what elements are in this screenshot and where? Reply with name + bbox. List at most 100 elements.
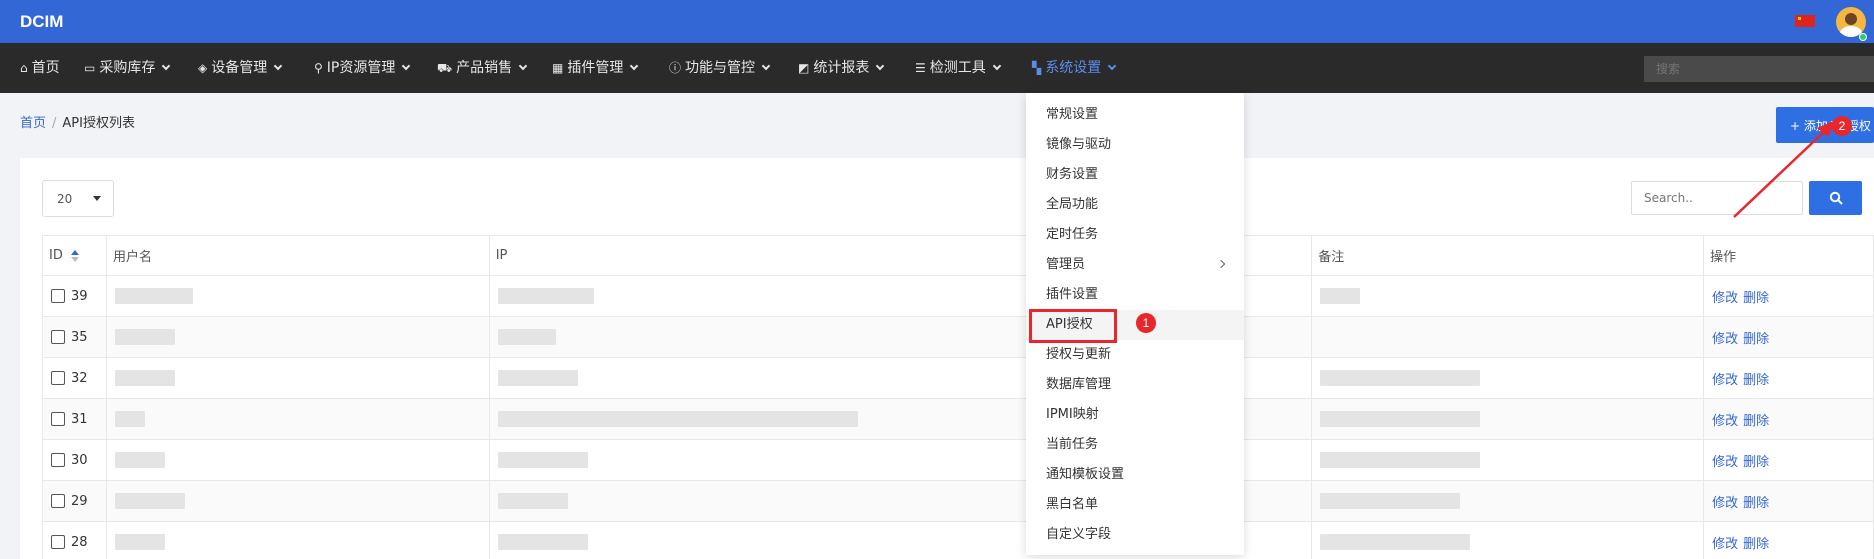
map-marker-icon: ⚲ [314,61,323,75]
edit-link[interactable]: 修改 [1712,537,1738,552]
row-checkbox[interactable] [51,494,65,508]
table-header-row: ID 用户名 IP 备注 操作 [42,235,1874,276]
menu-item-custom-fields[interactable]: 自定义字段 [1026,520,1244,550]
redacted-ip [497,452,588,468]
chevron-down-icon [1107,61,1117,71]
chart-icon: ◩ [798,61,810,75]
add-api-auth-button[interactable]: + 添加API授权 [1776,107,1874,143]
redacted-username [114,452,165,468]
delete-link[interactable]: 删除 [1743,496,1769,511]
search-icon [1829,191,1843,205]
edit-link[interactable]: 修改 [1712,291,1738,306]
edit-link[interactable]: 修改 [1712,332,1738,347]
redacted-ip [497,411,858,427]
menu-item-general-settings[interactable]: 常规设置 [1026,100,1244,130]
search-button[interactable] [1809,181,1862,215]
redacted-remark [1320,452,1481,468]
edit-link[interactable]: 修改 [1712,373,1738,388]
table-row: 39 修改 删除 [42,275,1874,317]
menu-item-license-updates[interactable]: 授权与更新 [1026,340,1244,370]
redacted-ip [497,288,594,304]
nav-item-home[interactable]: ⌂ 首页 [20,43,60,93]
delete-link[interactable]: 删除 [1743,291,1769,306]
col-header-actions: 操作 [1703,235,1874,276]
nav-item-tools[interactable]: ☰ 检测工具 [915,43,1002,93]
nav-item-reports[interactable]: ◩ 统计报表 [798,43,885,93]
row-checkbox[interactable] [51,289,65,303]
redacted-ip [497,370,578,386]
table-row: 31 修改 删除 [42,398,1874,440]
redacted-ip [497,534,588,550]
api-auth-table: ID 用户名 IP 备注 操作 39 修改 删除 35 修改 删除 32 修改 删除 [42,235,1874,559]
caret-down-icon [93,196,101,201]
nav-item-plugins[interactable]: ▦ 插件管理 [552,43,639,93]
nav-item-ip[interactable]: ⚲ IP资源管理 [314,43,411,93]
menu-item-ipmi-mapping[interactable]: IPMI映射 [1026,400,1244,430]
step-1-badge: 1 [1136,313,1156,333]
main-nav: ⌂ 首页 ▭ 采购库存 ◈ 设备管理 ⚲ IP资源管理 ⛟ 产品销售 ▦ 插件管理 ⓘ 功能与… [0,43,1874,93]
nav-item-purchase[interactable]: ▭ 采购库存 [84,43,171,93]
page-size-select[interactable]: 20 [42,180,114,217]
china-flag-icon[interactable] [1795,15,1815,27]
delete-link[interactable]: 删除 [1743,373,1769,388]
row-checkbox[interactable] [51,453,65,467]
list-icon: ☰ [915,61,926,75]
redacted-remark [1320,370,1481,386]
breadcrumb-home-link[interactable]: 首页 [20,116,46,131]
col-header-id[interactable]: ID [42,235,107,276]
search-input[interactable] [1631,181,1803,215]
redacted-ip [497,329,556,345]
delete-link[interactable]: 删除 [1743,414,1769,429]
menu-item-images-drivers[interactable]: 镜像与驱动 [1026,130,1244,160]
row-checkbox[interactable] [51,412,65,426]
edit-link[interactable]: 修改 [1712,455,1738,470]
edit-link[interactable]: 修改 [1712,414,1738,429]
row-checkbox[interactable] [51,371,65,385]
menu-item-global-features[interactable]: 全局功能 [1026,190,1244,220]
cube-icon: ◈ [198,61,208,75]
menu-item-blacklist-whitelist[interactable]: 黑白名单 [1026,490,1244,520]
nav-item-devices[interactable]: ◈ 设备管理 [198,43,283,93]
inbox-icon: ▭ [84,61,96,75]
grid-icon: ▦ [552,61,564,75]
table-row: 29 修改 删除 [42,480,1874,522]
nav-item-sales[interactable]: ⛟ 产品销售 [437,43,528,93]
chevron-down-icon [876,61,885,71]
chevron-down-icon [992,61,1002,71]
delete-link[interactable]: 删除 [1743,537,1769,552]
chevron-down-icon [630,61,639,71]
brand-logo[interactable]: DCIM [20,12,63,32]
row-checkbox[interactable] [51,330,65,344]
chevron-down-icon [518,61,528,71]
cart-icon: ⛟ [437,61,453,75]
breadcrumb-separator: / [52,116,57,131]
nav-search-input[interactable] [1644,56,1874,82]
row-checkbox[interactable] [51,535,65,549]
redacted-username [114,370,175,386]
delete-link[interactable]: 删除 [1743,455,1769,470]
online-status-icon [1859,33,1867,41]
edit-link[interactable]: 修改 [1712,496,1738,511]
chevron-right-icon [1216,259,1226,269]
nav-item-features[interactable]: ⓘ 功能与管控 [669,43,771,93]
redacted-remark [1320,288,1361,304]
menu-item-scheduled-tasks[interactable]: 定时任务 [1026,220,1244,250]
menu-item-finance-settings[interactable]: 财务设置 [1026,160,1244,190]
chevron-down-icon [402,61,411,71]
chevron-down-icon [162,61,171,71]
delete-link[interactable]: 删除 [1743,332,1769,347]
menu-item-database[interactable]: 数据库管理 [1026,370,1244,400]
menu-item-plugin-settings[interactable]: 插件设置 [1026,280,1244,310]
table-row: 30 修改 删除 [42,439,1874,481]
redacted-ip [497,493,568,509]
chevron-down-icon [761,61,771,71]
chevron-down-icon [273,61,283,71]
table-row: 28 修改 删除 [42,521,1874,559]
menu-item-administrators[interactable]: 管理员 [1026,250,1244,280]
table-row: 32 修改 删除 [42,357,1874,399]
nav-item-system-settings[interactable]: ▚ 系统设置 [1032,43,1117,93]
sort-icon[interactable] [70,249,79,262]
menu-item-notification-templates[interactable]: 通知模板设置 [1026,460,1244,490]
th-large-icon: ▚ [1032,61,1042,75]
menu-item-current-tasks[interactable]: 当前任务 [1026,430,1244,460]
